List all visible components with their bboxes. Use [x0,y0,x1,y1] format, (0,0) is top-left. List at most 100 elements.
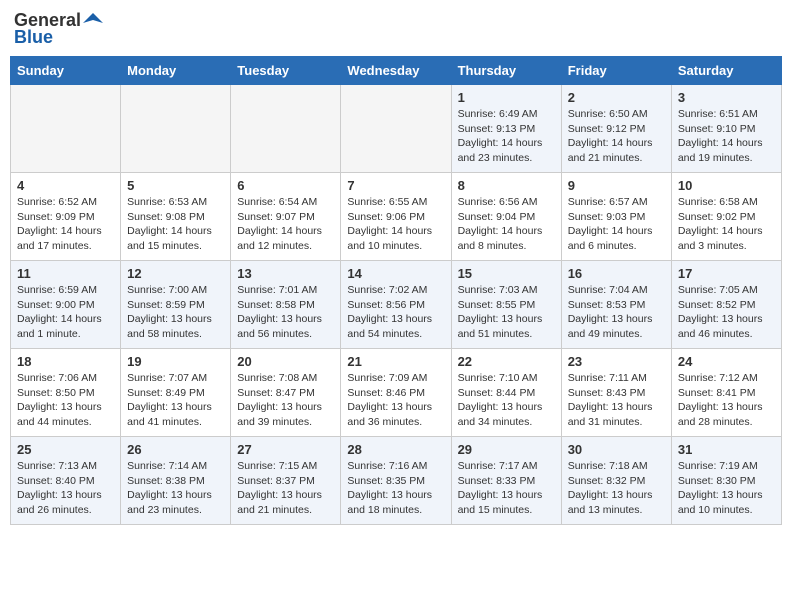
day-info: Sunrise: 7:17 AM Sunset: 8:33 PM Dayligh… [458,459,555,518]
calendar-cell: 27 Sunrise: 7:15 AM Sunset: 8:37 PM Dayli… [231,437,341,525]
calendar-cell: 5 Sunrise: 6:53 AM Sunset: 9:08 PM Daylig… [121,173,231,261]
day-info: Sunrise: 7:02 AM Sunset: 8:56 PM Dayligh… [347,283,444,342]
calendar-week-row: 18 Sunrise: 7:06 AM Sunset: 8:50 PM Dayli… [11,349,782,437]
calendar-cell: 15 Sunrise: 7:03 AM Sunset: 8:55 PM Dayli… [451,261,561,349]
calendar-week-row: 11 Sunrise: 6:59 AM Sunset: 9:00 PM Dayli… [11,261,782,349]
calendar-cell: 4 Sunrise: 6:52 AM Sunset: 9:09 PM Daylig… [11,173,121,261]
logo-bird-icon [83,11,103,31]
logo-blue: Blue [14,27,53,48]
calendar-cell: 16 Sunrise: 7:04 AM Sunset: 8:53 PM Dayli… [561,261,671,349]
day-number: 9 [568,178,665,193]
day-number: 14 [347,266,444,281]
calendar-cell: 8 Sunrise: 6:56 AM Sunset: 9:04 PM Daylig… [451,173,561,261]
weekday-header-row: SundayMondayTuesdayWednesdayThursdayFrid… [11,57,782,85]
day-info: Sunrise: 7:08 AM Sunset: 8:47 PM Dayligh… [237,371,334,430]
calendar-cell: 3Sunrise: 6:51 AM Sunset: 9:10 PM Daylig… [671,85,781,173]
day-number: 15 [458,266,555,281]
calendar-week-row: 25 Sunrise: 7:13 AM Sunset: 8:40 PM Dayli… [11,437,782,525]
day-number: 7 [347,178,444,193]
day-info: Sunrise: 7:07 AM Sunset: 8:49 PM Dayligh… [127,371,224,430]
weekday-header-wednesday: Wednesday [341,57,451,85]
day-number: 13 [237,266,334,281]
day-number: 1 [458,90,555,105]
day-number: 31 [678,442,775,457]
day-info: Sunrise: 6:56 AM Sunset: 9:04 PM Dayligh… [458,195,555,254]
day-number: 12 [127,266,224,281]
day-number: 10 [678,178,775,193]
calendar-cell [341,85,451,173]
calendar-cell: 21 Sunrise: 7:09 AM Sunset: 8:46 PM Dayli… [341,349,451,437]
day-number: 28 [347,442,444,457]
day-number: 30 [568,442,665,457]
calendar-cell: 17Sunrise: 7:05 AM Sunset: 8:52 PM Dayli… [671,261,781,349]
day-info: Sunrise: 7:12 AM Sunset: 8:41 PM Dayligh… [678,371,775,430]
day-number: 19 [127,354,224,369]
calendar-cell: 1Sunrise: 6:49 AM Sunset: 9:13 PM Daylig… [451,85,561,173]
day-number: 24 [678,354,775,369]
day-number: 16 [568,266,665,281]
calendar-cell: 14 Sunrise: 7:02 AM Sunset: 8:56 PM Dayli… [341,261,451,349]
calendar-cell: 24 Sunrise: 7:12 AM Sunset: 8:41 PM Dayli… [671,349,781,437]
day-info: Sunrise: 7:09 AM Sunset: 8:46 PM Dayligh… [347,371,444,430]
day-number: 25 [17,442,114,457]
day-number: 29 [458,442,555,457]
day-number: 6 [237,178,334,193]
day-number: 11 [17,266,114,281]
calendar-cell: 28Sunrise: 7:16 AM Sunset: 8:35 PM Dayli… [341,437,451,525]
calendar-cell: 22Sunrise: 7:10 AM Sunset: 8:44 PM Dayli… [451,349,561,437]
calendar-cell [121,85,231,173]
calendar-cell: 9Sunrise: 6:57 AM Sunset: 9:03 PM Daylig… [561,173,671,261]
calendar-cell [231,85,341,173]
day-info: Sunrise: 7:05 AM Sunset: 8:52 PM Dayligh… [678,283,775,342]
weekday-header-saturday: Saturday [671,57,781,85]
day-info: Sunrise: 6:52 AM Sunset: 9:09 PM Dayligh… [17,195,114,254]
calendar-week-row: 4 Sunrise: 6:52 AM Sunset: 9:09 PM Daylig… [11,173,782,261]
day-info: Sunrise: 7:03 AM Sunset: 8:55 PM Dayligh… [458,283,555,342]
day-info: Sunrise: 7:13 AM Sunset: 8:40 PM Dayligh… [17,459,114,518]
day-info: Sunrise: 6:59 AM Sunset: 9:00 PM Dayligh… [17,283,114,342]
day-number: 27 [237,442,334,457]
day-info: Sunrise: 6:53 AM Sunset: 9:08 PM Dayligh… [127,195,224,254]
day-info: Sunrise: 7:04 AM Sunset: 8:53 PM Dayligh… [568,283,665,342]
weekday-header-sunday: Sunday [11,57,121,85]
day-info: Sunrise: 7:06 AM Sunset: 8:50 PM Dayligh… [17,371,114,430]
day-number: 22 [458,354,555,369]
calendar-cell: 18 Sunrise: 7:06 AM Sunset: 8:50 PM Dayli… [11,349,121,437]
day-number: 20 [237,354,334,369]
day-info: Sunrise: 6:51 AM Sunset: 9:10 PM Dayligh… [678,107,775,166]
day-info: Sunrise: 6:54 AM Sunset: 9:07 PM Dayligh… [237,195,334,254]
day-info: Sunrise: 7:18 AM Sunset: 8:32 PM Dayligh… [568,459,665,518]
day-info: Sunrise: 7:01 AM Sunset: 8:58 PM Dayligh… [237,283,334,342]
day-info: Sunrise: 7:15 AM Sunset: 8:37 PM Dayligh… [237,459,334,518]
day-number: 23 [568,354,665,369]
day-number: 2 [568,90,665,105]
logo: General Blue [14,10,103,48]
calendar-cell: 6 Sunrise: 6:54 AM Sunset: 9:07 PM Daylig… [231,173,341,261]
day-number: 5 [127,178,224,193]
calendar-cell: 31 Sunrise: 7:19 AM Sunset: 8:30 PM Dayli… [671,437,781,525]
day-info: Sunrise: 6:55 AM Sunset: 9:06 PM Dayligh… [347,195,444,254]
day-info: Sunrise: 7:19 AM Sunset: 8:30 PM Dayligh… [678,459,775,518]
day-info: Sunrise: 7:11 AM Sunset: 8:43 PM Dayligh… [568,371,665,430]
day-number: 8 [458,178,555,193]
weekday-header-monday: Monday [121,57,231,85]
day-info: Sunrise: 6:58 AM Sunset: 9:02 PM Dayligh… [678,195,775,254]
day-number: 18 [17,354,114,369]
day-number: 4 [17,178,114,193]
calendar-table: SundayMondayTuesdayWednesdayThursdayFrid… [10,56,782,525]
day-number: 26 [127,442,224,457]
calendar-cell: 30 Sunrise: 7:18 AM Sunset: 8:32 PM Dayli… [561,437,671,525]
calendar-cell: 13 Sunrise: 7:01 AM Sunset: 8:58 PM Dayli… [231,261,341,349]
calendar-cell: 20 Sunrise: 7:08 AM Sunset: 8:47 PM Dayli… [231,349,341,437]
calendar-cell: 23 Sunrise: 7:11 AM Sunset: 8:43 PM Dayli… [561,349,671,437]
calendar-cell: 11 Sunrise: 6:59 AM Sunset: 9:00 PM Dayli… [11,261,121,349]
calendar-cell: 29 Sunrise: 7:17 AM Sunset: 8:33 PM Dayli… [451,437,561,525]
calendar-cell: 2Sunrise: 6:50 AM Sunset: 9:12 PM Daylig… [561,85,671,173]
weekday-header-friday: Friday [561,57,671,85]
calendar-cell: 12 Sunrise: 7:00 AM Sunset: 8:59 PM Dayli… [121,261,231,349]
day-info: Sunrise: 7:00 AM Sunset: 8:59 PM Dayligh… [127,283,224,342]
weekday-header-tuesday: Tuesday [231,57,341,85]
calendar-cell: 26Sunrise: 7:14 AM Sunset: 8:38 PM Dayli… [121,437,231,525]
calendar-week-row: 1Sunrise: 6:49 AM Sunset: 9:13 PM Daylig… [11,85,782,173]
day-number: 21 [347,354,444,369]
